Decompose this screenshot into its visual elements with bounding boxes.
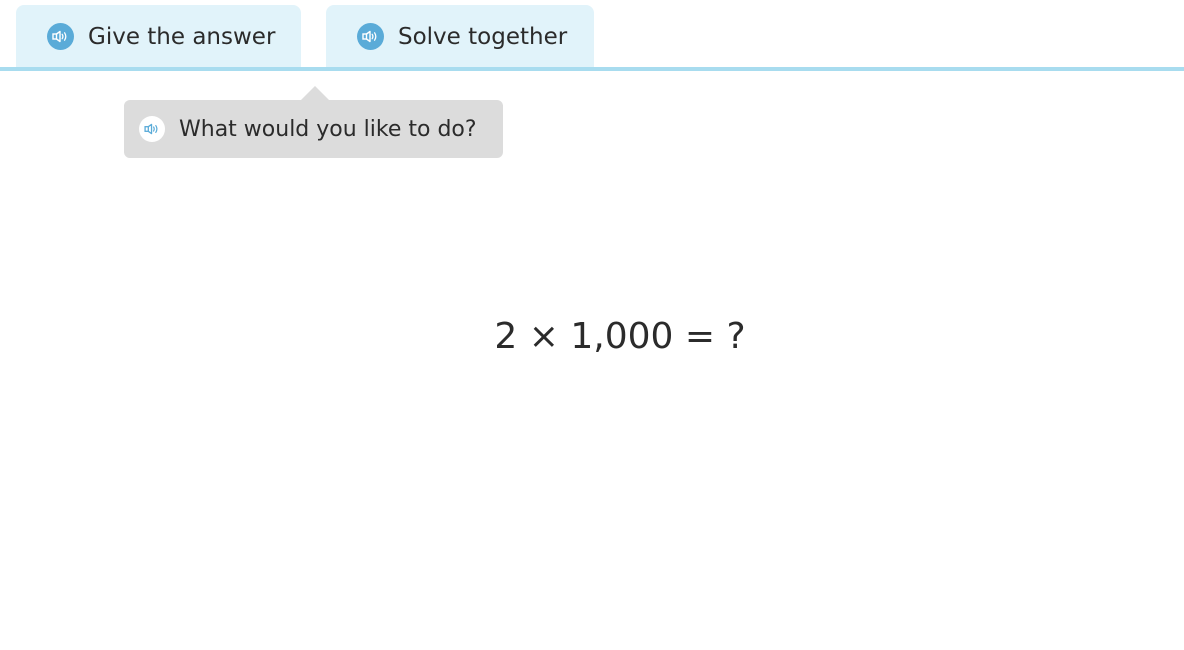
speaker-icon[interactable] [139,116,165,142]
instruction-tooltip: What would you like to do? [124,100,503,158]
problem-equation: 2 × 1,000 = ? [494,316,746,357]
page: Give the answer Solve together What woul… [0,0,1184,650]
tooltip-text: What would you like to do? [179,116,477,142]
speaker-icon[interactable] [47,23,74,50]
tooltip-arrow [301,86,329,100]
tab-label: Give the answer [88,23,276,50]
tab-bar-divider [0,67,1184,71]
tab-solve-together[interactable]: Solve together [326,5,594,68]
speaker-icon[interactable] [357,23,384,50]
tab-give-the-answer[interactable]: Give the answer [16,5,301,68]
tab-label: Solve together [398,23,568,50]
tab-bar: Give the answer Solve together [0,0,1184,72]
